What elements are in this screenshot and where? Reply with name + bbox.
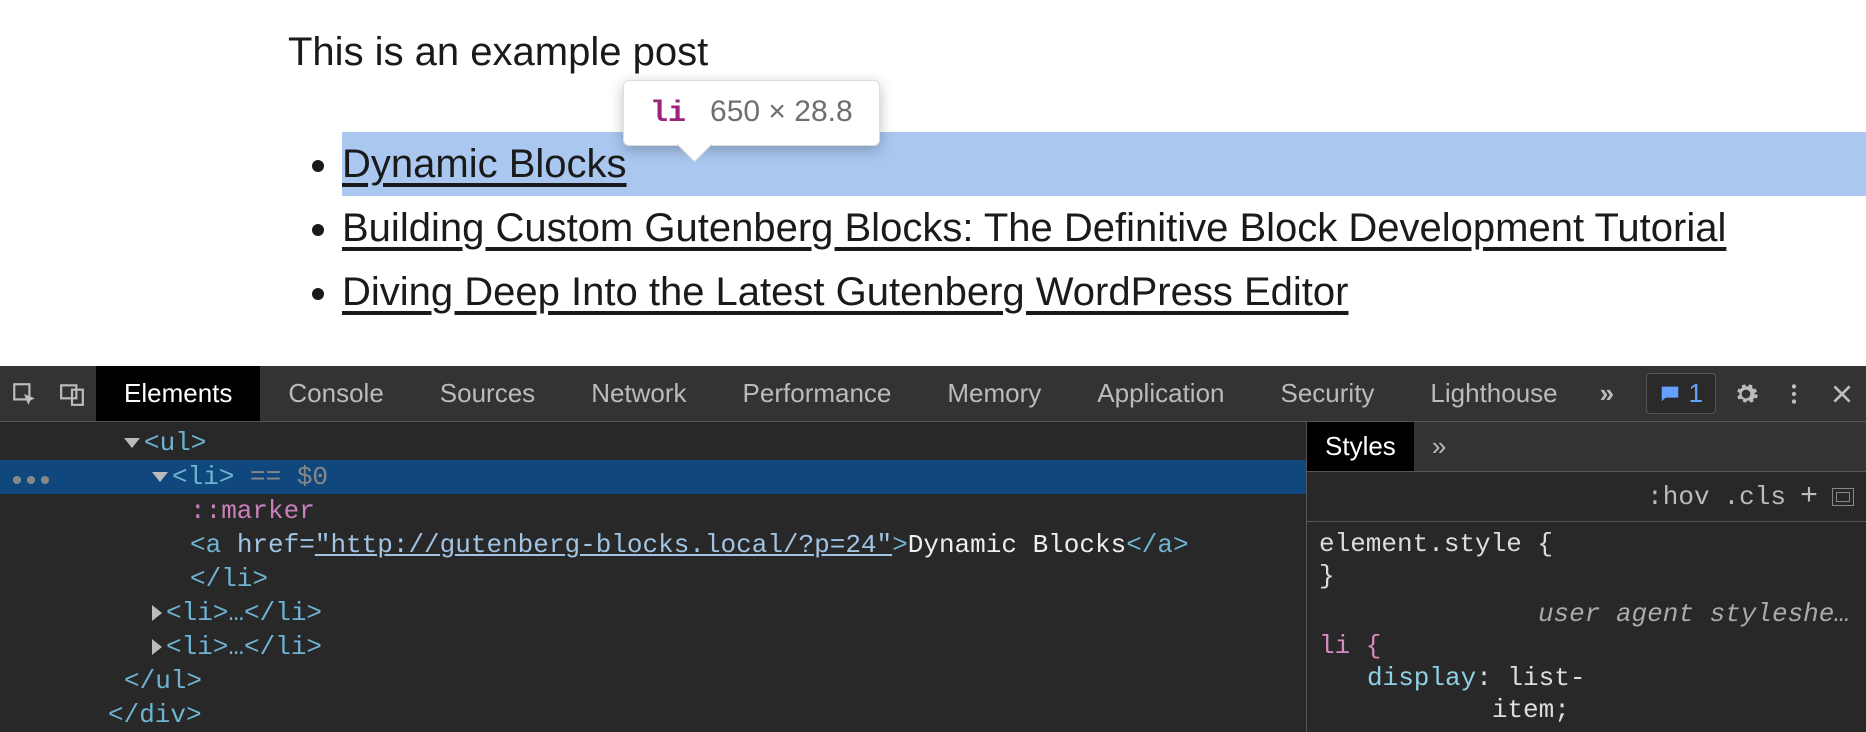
inspector-tooltip: li 650 × 28.8	[623, 80, 880, 146]
boxmodel-icon[interactable]	[1832, 488, 1854, 506]
devtools-tabbar: Elements Console Sources Network Perform…	[0, 366, 1866, 422]
issues-badge[interactable]: 1	[1646, 373, 1716, 414]
inspect-icon[interactable]	[0, 366, 48, 421]
styles-panel: Styles » :hov .cls + element.style { } u…	[1306, 422, 1866, 732]
rule-selector[interactable]: li {	[1319, 631, 1381, 661]
post-link[interactable]: Dynamic Blocks	[342, 142, 627, 186]
tab-memory[interactable]: Memory	[919, 366, 1069, 421]
styles-tabbar: Styles »	[1307, 422, 1866, 472]
ua-stylesheet-label: user agent styleshe…	[1319, 598, 1854, 630]
tab-application[interactable]: Application	[1069, 366, 1252, 421]
styles-tabs-overflow[interactable]: »	[1414, 422, 1464, 471]
dom-row[interactable]: </li>	[0, 562, 1306, 596]
page-preview: This is an example post li 650 × 28.8 Dy…	[0, 0, 1866, 366]
hov-toggle[interactable]: :hov	[1647, 482, 1709, 512]
tab-sources[interactable]: Sources	[412, 366, 563, 421]
tab-network[interactable]: Network	[563, 366, 714, 421]
devtools-panel: Elements Console Sources Network Perform…	[0, 366, 1866, 732]
dom-ellipsis[interactable]: •••	[8, 466, 50, 500]
dom-row[interactable]: ::marker	[0, 494, 1306, 528]
list-item[interactable]: Building Custom Gutenberg Blocks: The De…	[342, 196, 1866, 260]
kebab-icon[interactable]	[1770, 366, 1818, 421]
dom-row[interactable]: <li>…</li>	[0, 630, 1306, 664]
dom-row[interactable]: <li>…</li>	[0, 596, 1306, 630]
device-toggle-icon[interactable]	[48, 366, 96, 421]
post-title: This is an example post	[288, 28, 1866, 76]
rule-element-style[interactable]: element.style {	[1319, 528, 1854, 560]
styles-tab-styles[interactable]: Styles	[1307, 422, 1414, 471]
rule-brace-close: }	[1319, 560, 1854, 592]
tab-performance[interactable]: Performance	[715, 366, 920, 421]
dom-tree[interactable]: ••• <ul> <li> == $0 ::marker <a href="ht…	[0, 422, 1306, 732]
post-link[interactable]: Diving Deep Into the Latest Gutenberg Wo…	[342, 270, 1348, 314]
issues-count: 1	[1689, 378, 1703, 409]
tab-elements[interactable]: Elements	[96, 366, 260, 421]
list-item[interactable]: Dynamic Blocks	[342, 132, 1866, 196]
tabs-overflow[interactable]: »	[1586, 378, 1628, 409]
dom-row[interactable]: </ul>	[0, 664, 1306, 698]
tab-console[interactable]: Console	[260, 366, 411, 421]
gear-icon[interactable]	[1722, 366, 1770, 421]
new-rule-button[interactable]: +	[1800, 480, 1818, 514]
dom-row[interactable]: </div>	[0, 698, 1306, 732]
dom-row[interactable]: <ul>	[0, 426, 1306, 460]
tooltip-tag: li	[650, 97, 686, 131]
styles-toolbar: :hov .cls +	[1307, 472, 1866, 522]
tooltip-dimensions: 650 × 28.8	[710, 95, 853, 129]
dom-row[interactable]: <a href="http://gutenberg-blocks.local/?…	[0, 528, 1306, 562]
dom-row-selected[interactable]: <li> == $0	[0, 460, 1306, 494]
close-icon[interactable]	[1818, 366, 1866, 421]
tab-lighthouse[interactable]: Lighthouse	[1402, 366, 1585, 421]
post-links-list: Dynamic Blocks Building Custom Gutenberg…	[288, 132, 1866, 324]
post-link[interactable]: Building Custom Gutenberg Blocks: The De…	[342, 206, 1726, 250]
css-prop-name[interactable]: display	[1367, 663, 1476, 693]
styles-rules[interactable]: element.style { } user agent styleshe… l…	[1307, 522, 1866, 732]
list-item[interactable]: Diving Deep Into the Latest Gutenberg Wo…	[342, 260, 1866, 324]
tab-security[interactable]: Security	[1253, 366, 1403, 421]
cls-toggle[interactable]: .cls	[1724, 482, 1786, 512]
